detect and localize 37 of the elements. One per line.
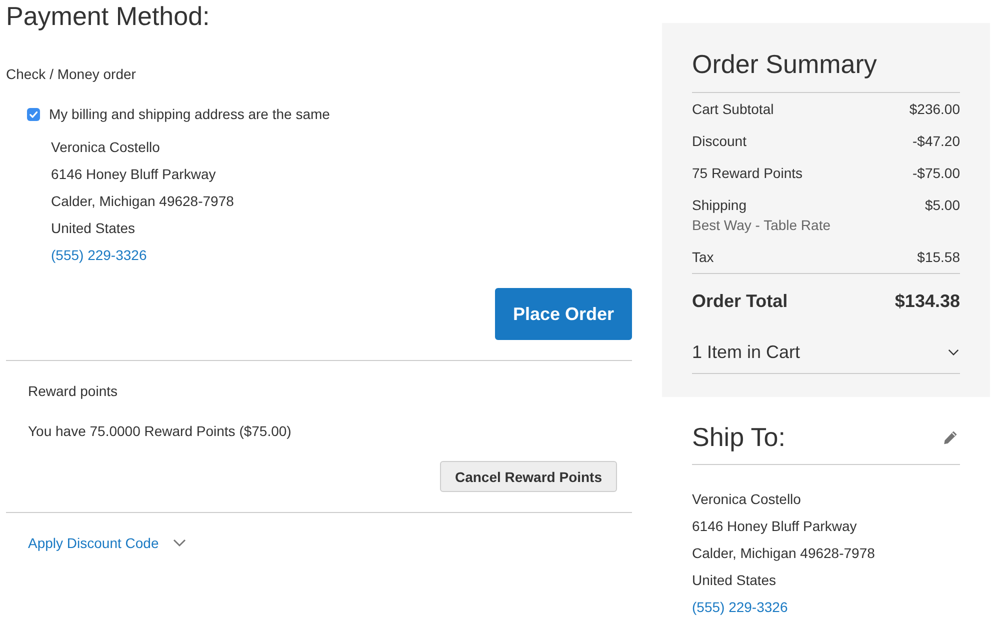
- summary-value: $15.58: [917, 248, 960, 267]
- chevron-icon[interactable]: [948, 348, 959, 356]
- address-line: United States: [51, 219, 136, 238]
- place-order-button[interactable]: Place Order: [495, 288, 632, 340]
- phone-link[interactable]: (555) 229-3326: [692, 594, 788, 621]
- payment-method-name: Check / Money order: [6, 65, 137, 84]
- address-line: Calder, Michigan 49628-7978: [692, 544, 876, 563]
- address-line: 6146 Honey Bluff Parkway: [51, 165, 217, 184]
- address-line: Calder, Michigan 49628-7978: [51, 192, 235, 211]
- order-total-value: $134.38: [894, 290, 960, 313]
- ship-to-heading: Ship To:: [692, 421, 786, 453]
- address-line: United States: [692, 571, 778, 590]
- apply-discount-code-link[interactable]: Apply Discount Code: [28, 533, 159, 553]
- summary-label: Cart Subtotal: [692, 100, 774, 119]
- phone-link[interactable]: (555) 229-3326: [51, 242, 147, 269]
- edit-icon[interactable]: [943, 430, 958, 444]
- summary-label: Discount: [692, 132, 746, 151]
- shipping-method: Best Way - Table Rate: [692, 216, 831, 235]
- address-line: Veronica Costello: [692, 490, 802, 509]
- items-in-cart-toggle[interactable]: 1 Item in Cart: [692, 340, 800, 364]
- summary-value: $5.00: [924, 196, 960, 215]
- summary-value: -$75.00: [912, 164, 960, 183]
- address-line: Veronica Costello: [51, 138, 161, 157]
- summary-label: Tax: [692, 248, 714, 267]
- checkbox-label[interactable]: My billing and shipping address are the same: [49, 104, 330, 124]
- address-line: 6146 Honey Bluff Parkway: [692, 517, 858, 536]
- cancel-reward-points-button[interactable]: Cancel Reward Points: [440, 461, 617, 492]
- summary-value: $236.00: [909, 100, 960, 119]
- order-total-label: Order Total: [692, 290, 788, 313]
- payment-method-heading: Payment Method:: [6, 0, 211, 32]
- checkbox[interactable]: [27, 108, 40, 120]
- reward-points-balance: You have 75.0000 Reward Points ($75.00): [28, 422, 292, 441]
- summary-value: -$47.20: [912, 132, 960, 151]
- summary-label: 75 Reward Points: [692, 164, 803, 183]
- reward-points-heading: Reward points: [28, 382, 118, 401]
- summary-label: Shipping: [692, 196, 748, 215]
- order-summary-heading: Order Summary: [692, 48, 960, 93]
